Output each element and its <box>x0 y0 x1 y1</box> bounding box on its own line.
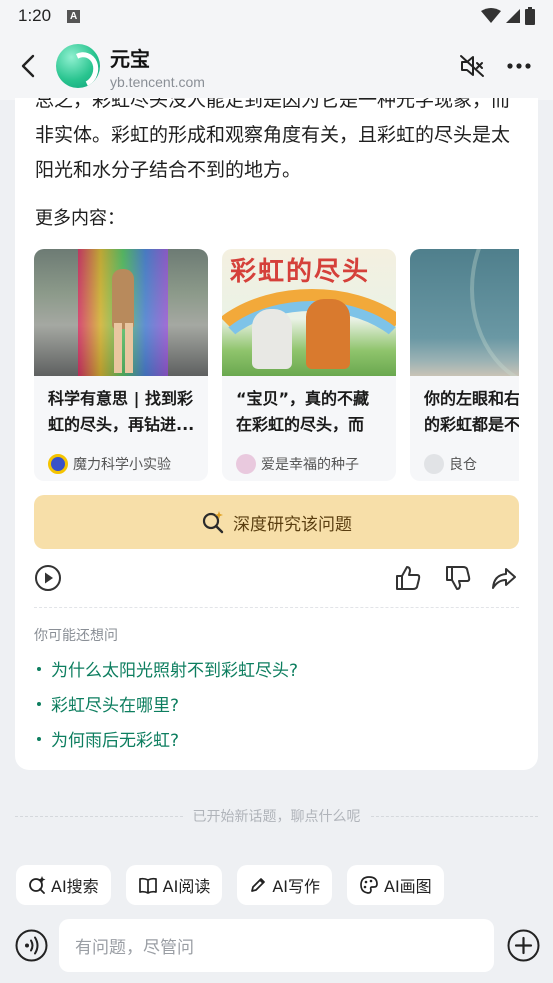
suggested-question[interactable]: 彩虹尽头在哪里? <box>37 691 179 716</box>
mute-speaker-icon[interactable] <box>459 54 485 78</box>
answer-card: 总之，彩虹尽头没人能走到是因为它是一种光学现象，而非实体。彩虹的形成和观察角度有… <box>15 98 538 770</box>
bullet-dot <box>37 736 41 741</box>
related-card-source: 魔力科学小实验 <box>34 440 208 474</box>
yuanbao-logo <box>56 44 100 88</box>
suggested-question[interactable]: 为何雨后无彩虹? <box>37 726 179 751</box>
more-content-label: 更多内容： <box>35 208 125 229</box>
pen-icon <box>251 878 266 892</box>
related-card-title: “宝贝”，真的不藏在彩虹的尽头，而藏... <box>236 389 370 434</box>
suggested-question-text: 彩虹尽头在哪里? <box>51 696 180 716</box>
cellular-signal-icon <box>506 9 520 23</box>
app-name: 元宝 <box>110 46 150 71</box>
chat-header: 元宝 yb.tencent.com <box>0 32 553 100</box>
plus-circle-icon <box>507 929 540 962</box>
quick-action-chips: AI搜索 AI阅读 AI写作 AI画图 <box>16 865 444 905</box>
source-avatar <box>48 454 68 474</box>
rainbow-book-cover-image: 彩虹的尽头 <box>222 249 396 376</box>
source-avatar <box>424 454 444 474</box>
status-icons <box>481 7 535 25</box>
status-bar: 1:20 A <box>0 0 553 32</box>
chevron-left-icon <box>21 54 35 78</box>
ai-drawing-chip[interactable]: AI画图 <box>347 865 444 905</box>
book-icon <box>138 877 157 894</box>
related-card[interactable]: 彩虹的尽头 “宝贝”，真的不藏在彩虹的尽头，而藏... 爱是幸福的种子 <box>222 249 396 481</box>
voice-input-button[interactable] <box>15 929 48 966</box>
answer-toolbar <box>34 564 519 594</box>
voice-icon <box>15 929 48 962</box>
chip-label: AI画图 <box>384 877 432 896</box>
ai-search-chip[interactable]: AI搜索 <box>16 865 111 905</box>
search-spark-icon <box>202 511 224 534</box>
bullet-dot <box>37 701 41 706</box>
cover-title-text: 彩虹的尽头 <box>230 257 371 287</box>
ai-reading-chip[interactable]: AI阅读 <box>125 865 223 905</box>
deep-research-label: 深度研究该问题 <box>233 514 352 535</box>
related-card-source: 爱是幸福的种子 <box>222 440 396 474</box>
suggested-question-text: 为何雨后无彩虹? <box>51 731 180 751</box>
related-card-source: 良仓 <box>410 440 519 474</box>
thumbs-down-icon[interactable] <box>444 564 472 592</box>
suggestions-label: 你可能还想问 <box>34 628 118 644</box>
battery-icon <box>525 7 535 25</box>
title-block: 元宝 yb.tencent.com <box>110 43 205 90</box>
divider <box>34 607 519 608</box>
palette-icon <box>360 876 378 894</box>
source-name: 魔力科学小实验 <box>73 457 171 473</box>
app-url: yb.tencent.com <box>110 73 205 90</box>
separator-line <box>15 815 183 817</box>
chip-label: AI搜索 <box>51 877 99 896</box>
answer-paragraph: 总之，彩虹尽头没人能走到是因为它是一种光学现象，而非实体。彩虹的形成和观察角度有… <box>35 98 511 181</box>
bullet-dot <box>37 666 41 671</box>
more-options-icon[interactable] <box>507 63 531 69</box>
play-audio-icon[interactable] <box>34 564 62 592</box>
wifi-icon <box>481 8 501 23</box>
related-content-carousel[interactable]: 科学有意思 | 找到彩虹的尽头，再钻进... 魔力科学小实验 彩虹的尽头 “宝贝… <box>34 249 519 481</box>
chip-label: AI阅读 <box>162 877 211 896</box>
new-topic-text: 已开始新话题，聊点什么呢 <box>192 809 361 825</box>
back-button[interactable] <box>0 32 56 100</box>
share-icon[interactable] <box>490 564 518 592</box>
related-card-title: 科学有意思 | 找到彩虹的尽头，再钻进... <box>48 389 195 434</box>
thumbs-up-icon[interactable] <box>394 564 422 592</box>
new-topic-separator: 已开始新话题，聊点什么呢 <box>15 806 538 826</box>
related-card[interactable]: 科学有意思 | 找到彩虹的尽头，再钻进... 魔力科学小实验 <box>34 249 208 481</box>
input-bar: 有问题，尽管问 <box>0 918 553 974</box>
add-attachment-button[interactable] <box>507 929 540 966</box>
chip-label: AI写作 <box>272 877 321 896</box>
suggested-question[interactable]: 为什么太阳光照射不到彩虹尽头? <box>37 656 298 681</box>
source-name: 良仓 <box>449 457 477 473</box>
ai-writing-chip[interactable]: AI写作 <box>237 865 333 905</box>
separator-line <box>370 815 538 817</box>
chat-input-field[interactable]: 有问题，尽管问 <box>59 919 494 972</box>
related-card[interactable]: 你的左眼和右眼看到的彩虹都是不... 良仓 <box>410 249 519 481</box>
a-notification-icon: A <box>67 9 81 23</box>
search-spark-icon <box>29 876 46 894</box>
deep-research-button[interactable]: 深度研究该问题 <box>34 495 519 549</box>
rainbow-girl-image <box>34 249 208 376</box>
related-card-title: 你的左眼和右眼看到的彩虹都是不... <box>424 389 519 434</box>
status-time: 1:20 <box>18 6 52 25</box>
header-actions <box>459 54 553 78</box>
sky-rainbow-image <box>410 249 519 376</box>
suggested-question-text: 为什么太阳光照射不到彩虹尽头? <box>51 661 299 681</box>
source-avatar <box>236 454 256 474</box>
source-name: 爱是幸福的种子 <box>261 457 359 473</box>
